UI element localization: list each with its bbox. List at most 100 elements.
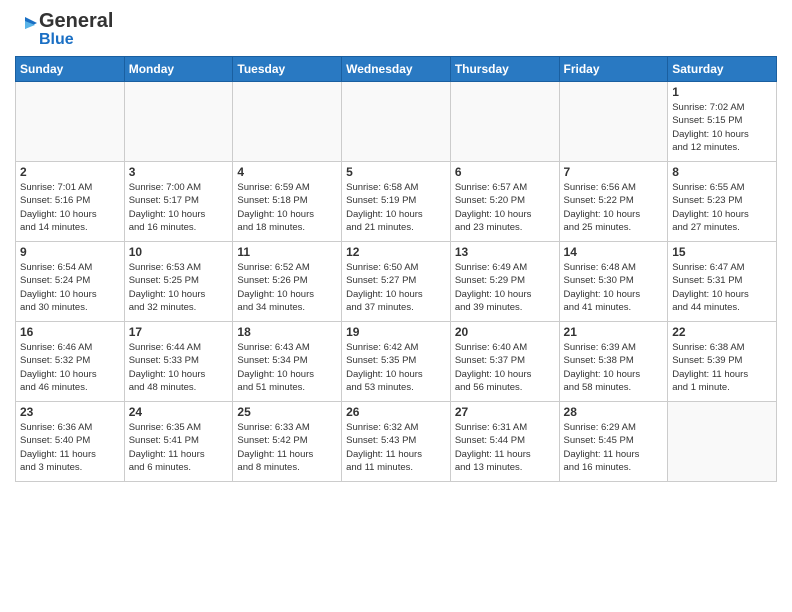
day-cell-6: 6 Sunrise: 6:57 AM Sunset: 5:20 PM Daylig… [450,162,559,242]
day-info: Sunrise: 6:47 AM Sunset: 5:31 PM Dayligh… [672,261,772,314]
day-number: 11 [237,245,337,259]
day-cell-23: 23 Sunrise: 6:36 AM Sunset: 5:40 PM Dayli… [16,402,125,482]
page-container: General Blue SundayMondayTuesdayWednesda… [0,0,792,612]
weekday-header-thursday: Thursday [450,57,559,82]
day-info: Sunrise: 6:52 AM Sunset: 5:26 PM Dayligh… [237,261,337,314]
day-cell-9: 9 Sunrise: 6:54 AM Sunset: 5:24 PM Daylig… [16,242,125,322]
week-row-5: 23 Sunrise: 6:36 AM Sunset: 5:40 PM Dayli… [16,402,777,482]
day-number: 15 [672,245,772,259]
day-cell-24: 24 Sunrise: 6:35 AM Sunset: 5:41 PM Dayli… [124,402,233,482]
calendar-table: SundayMondayTuesdayWednesdayThursdayFrid… [15,56,777,482]
day-cell-18: 18 Sunrise: 6:43 AM Sunset: 5:34 PM Dayli… [233,322,342,402]
day-info: Sunrise: 7:02 AM Sunset: 5:15 PM Dayligh… [672,101,772,154]
day-info: Sunrise: 6:38 AM Sunset: 5:39 PM Dayligh… [672,341,772,394]
empty-cell [450,82,559,162]
day-number: 5 [346,165,446,179]
day-cell-4: 4 Sunrise: 6:59 AM Sunset: 5:18 PM Daylig… [233,162,342,242]
empty-cell [233,82,342,162]
week-row-4: 16Sunrise: 6:46 AM Sunset: 5:32 PM Dayli… [16,322,777,402]
weekday-header-monday: Monday [124,57,233,82]
day-number: 21 [564,325,664,339]
logo-general-text: General [39,10,113,32]
day-number: 3 [129,165,229,179]
day-number: 18 [237,325,337,339]
day-info: Sunrise: 6:53 AM Sunset: 5:25 PM Dayligh… [129,261,229,314]
day-number: 1 [672,85,772,99]
day-info: Sunrise: 6:58 AM Sunset: 5:19 PM Dayligh… [346,181,446,234]
day-info: Sunrise: 6:36 AM Sunset: 5:40 PM Dayligh… [20,421,120,474]
weekday-header-sunday: Sunday [16,57,125,82]
day-number: 25 [237,405,337,419]
day-cell-2: 2Sunrise: 7:01 AM Sunset: 5:16 PM Daylig… [16,162,125,242]
day-cell-22: 22 Sunrise: 6:38 AM Sunset: 5:39 PM Dayli… [668,322,777,402]
day-number: 2 [20,165,120,179]
day-number: 23 [20,405,120,419]
day-info: Sunrise: 6:56 AM Sunset: 5:22 PM Dayligh… [564,181,664,234]
day-number: 24 [129,405,229,419]
empty-cell [668,402,777,482]
day-info: Sunrise: 6:57 AM Sunset: 5:20 PM Dayligh… [455,181,555,234]
logo-bird-icon [15,15,37,43]
day-number: 4 [237,165,337,179]
day-number: 28 [564,405,664,419]
day-number: 20 [455,325,555,339]
day-info: Sunrise: 6:42 AM Sunset: 5:35 PM Dayligh… [346,341,446,394]
weekday-header-row: SundayMondayTuesdayWednesdayThursdayFrid… [16,57,777,82]
logo: General Blue [15,10,113,48]
day-info: Sunrise: 6:33 AM Sunset: 5:42 PM Dayligh… [237,421,337,474]
day-cell-1: 1 Sunrise: 7:02 AM Sunset: 5:15 PM Daylig… [668,82,777,162]
day-cell-5: 5 Sunrise: 6:58 AM Sunset: 5:19 PM Daylig… [342,162,451,242]
day-cell-13: 13 Sunrise: 6:49 AM Sunset: 5:29 PM Dayli… [450,242,559,322]
day-info: Sunrise: 6:49 AM Sunset: 5:29 PM Dayligh… [455,261,555,314]
day-number: 6 [455,165,555,179]
day-number: 8 [672,165,772,179]
day-cell-15: 15 Sunrise: 6:47 AM Sunset: 5:31 PM Dayli… [668,242,777,322]
weekday-header-wednesday: Wednesday [342,57,451,82]
day-cell-19: 19 Sunrise: 6:42 AM Sunset: 5:35 PM Dayli… [342,322,451,402]
day-cell-11: 11 Sunrise: 6:52 AM Sunset: 5:26 PM Dayli… [233,242,342,322]
day-cell-28: 28 Sunrise: 6:29 AM Sunset: 5:45 PM Dayli… [559,402,668,482]
day-cell-21: 21 Sunrise: 6:39 AM Sunset: 5:38 PM Dayli… [559,322,668,402]
day-cell-12: 12 Sunrise: 6:50 AM Sunset: 5:27 PM Dayli… [342,242,451,322]
week-row-2: 2Sunrise: 7:01 AM Sunset: 5:16 PM Daylig… [16,162,777,242]
day-cell-20: 20 Sunrise: 6:40 AM Sunset: 5:37 PM Dayli… [450,322,559,402]
day-info: Sunrise: 6:55 AM Sunset: 5:23 PM Dayligh… [672,181,772,234]
day-info: Sunrise: 7:00 AM Sunset: 5:17 PM Dayligh… [129,181,229,234]
day-number: 12 [346,245,446,259]
day-cell-16: 16Sunrise: 6:46 AM Sunset: 5:32 PM Dayli… [16,322,125,402]
header: General Blue [15,10,777,48]
empty-cell [124,82,233,162]
day-number: 19 [346,325,446,339]
day-info: Sunrise: 6:35 AM Sunset: 5:41 PM Dayligh… [129,421,229,474]
day-info: Sunrise: 6:59 AM Sunset: 5:18 PM Dayligh… [237,181,337,234]
day-info: Sunrise: 6:50 AM Sunset: 5:27 PM Dayligh… [346,261,446,314]
empty-cell [559,82,668,162]
day-info: Sunrise: 6:54 AM Sunset: 5:24 PM Dayligh… [20,261,120,314]
day-number: 26 [346,405,446,419]
day-number: 13 [455,245,555,259]
day-cell-8: 8 Sunrise: 6:55 AM Sunset: 5:23 PM Daylig… [668,162,777,242]
day-number: 9 [20,245,120,259]
week-row-3: 9 Sunrise: 6:54 AM Sunset: 5:24 PM Daylig… [16,242,777,322]
day-number: 7 [564,165,664,179]
week-row-1: 1 Sunrise: 7:02 AM Sunset: 5:15 PM Daylig… [16,82,777,162]
day-info: Sunrise: 6:40 AM Sunset: 5:37 PM Dayligh… [455,341,555,394]
day-cell-17: 17 Sunrise: 6:44 AM Sunset: 5:33 PM Dayli… [124,322,233,402]
day-cell-3: 3 Sunrise: 7:00 AM Sunset: 5:17 PM Daylig… [124,162,233,242]
day-info: Sunrise: 6:43 AM Sunset: 5:34 PM Dayligh… [237,341,337,394]
day-number: 22 [672,325,772,339]
day-info: Sunrise: 6:39 AM Sunset: 5:38 PM Dayligh… [564,341,664,394]
day-info: Sunrise: 6:44 AM Sunset: 5:33 PM Dayligh… [129,341,229,394]
day-info: Sunrise: 6:48 AM Sunset: 5:30 PM Dayligh… [564,261,664,314]
weekday-header-friday: Friday [559,57,668,82]
day-cell-14: 14Sunrise: 6:48 AM Sunset: 5:30 PM Dayli… [559,242,668,322]
day-info: Sunrise: 6:29 AM Sunset: 5:45 PM Dayligh… [564,421,664,474]
weekday-header-tuesday: Tuesday [233,57,342,82]
day-cell-26: 26Sunrise: 6:32 AM Sunset: 5:43 PM Dayli… [342,402,451,482]
day-number: 17 [129,325,229,339]
day-info: Sunrise: 6:46 AM Sunset: 5:32 PM Dayligh… [20,341,120,394]
logo-wrapper: General Blue [15,10,113,48]
empty-cell [16,82,125,162]
weekday-header-saturday: Saturday [668,57,777,82]
day-cell-7: 7 Sunrise: 6:56 AM Sunset: 5:22 PM Daylig… [559,162,668,242]
